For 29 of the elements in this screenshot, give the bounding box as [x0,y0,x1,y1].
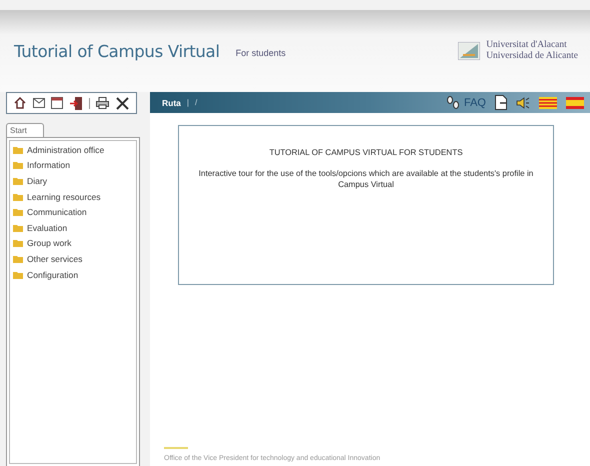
sidebar-item[interactable]: Information [27,160,70,170]
intro-text: Interactive tour for the use of the tools/opcions which are available at the students's profile in Campus Virtual [198,168,534,190]
breadcrumb-path: / [194,98,198,107]
sidebar-item[interactable]: Administration office [27,144,104,155]
sidebar-item[interactable]: Group work [27,238,72,248]
flag-icon[interactable] [539,96,557,108]
sidebar-item[interactable]: Learning resources [27,192,101,202]
university-name: Universitat d'Alacant [486,40,568,51]
home-icon[interactable] [14,97,26,109]
document-icon[interactable] [495,95,507,110]
breadcrumb-separator: | [186,98,189,107]
sidebar-item[interactable]: Configuration [27,270,78,280]
door-icon[interactable] [70,96,82,110]
speaker-icon[interactable] [516,96,530,108]
university-logo-icon [458,42,480,60]
sidebar-item[interactable]: Diary [27,176,48,186]
sidebar-item[interactable]: Evaluation [27,222,68,233]
sidebar-item[interactable]: Other services [27,254,82,264]
university-name: Universidad de Alicante [486,51,578,62]
mail-icon[interactable] [32,98,45,108]
intro-heading: TUTORIAL OF CAMPUS VIRTUAL FOR STUDENTS [268,148,464,157]
page-title: Tutorial of Campus Virtual [14,42,220,60]
page-subtitle: For students [236,48,286,58]
printer-icon[interactable] [96,97,110,109]
flag-icon[interactable] [566,96,584,108]
sidebar-tab[interactable]: Start [6,123,44,137]
calendar-icon[interactable] [51,97,64,109]
breadcrumb-label: Ruta [162,98,181,108]
sidebar-item[interactable]: Communication [27,207,87,218]
